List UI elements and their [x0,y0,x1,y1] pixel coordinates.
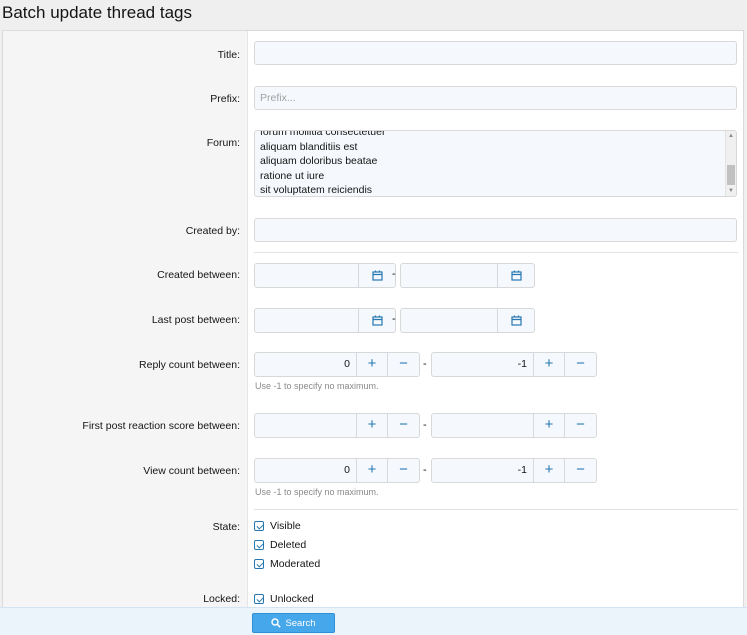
state-moderated-checkbox[interactable]: Moderated [254,558,320,570]
increment-button[interactable]: + [357,414,388,437]
decrement-button[interactable]: − [565,459,596,482]
checkbox-checked-icon[interactable] [254,594,264,604]
view-count-label: View count between: [143,465,240,477]
last-post-end-date[interactable] [400,308,535,333]
search-button[interactable]: Search [252,613,335,633]
checkbox-label: Moderated [270,558,321,570]
view-count-max-input[interactable]: -1 [432,459,534,482]
decrement-button[interactable]: − [565,353,596,376]
divider [254,509,738,510]
reply-count-max[interactable]: -1 + − [431,352,597,377]
decrement-button[interactable]: − [388,353,419,376]
prefix-label: Prefix: [210,93,240,105]
range-dash: - [423,464,427,476]
calendar-icon[interactable] [359,264,395,287]
forum-option[interactable]: forum mollitia consectetuer [260,131,385,140]
decrement-button[interactable]: − [565,414,596,437]
forum-listbox[interactable]: forum mollitia consectetuer aliquam blan… [254,130,737,197]
reply-count-min-input[interactable]: 0 [255,353,357,376]
reply-count-min[interactable]: 0 + − [254,352,420,377]
last-post-between-label: Last post between: [151,314,240,326]
range-dash: - [423,419,427,431]
view-count-max[interactable]: -1 + − [431,458,597,483]
decrement-button[interactable]: − [388,414,419,437]
range-dash: - [392,268,396,280]
forum-option[interactable]: aliquam doloribus beatae [260,154,385,169]
forum-option[interactable]: ratione ut iure [260,169,385,184]
created-end-input[interactable] [401,264,498,287]
prefix-input[interactable]: Prefix... [254,86,737,110]
created-by-input[interactable] [254,218,737,242]
increment-button[interactable]: + [357,459,388,482]
increment-button[interactable]: + [534,414,565,437]
page-title: Batch update thread tags [2,3,192,22]
forum-option[interactable]: aliquam blanditiis est [260,140,385,155]
reaction-score-min[interactable]: + − [254,413,420,438]
checkbox-label: Unlocked [270,593,314,605]
checkbox-checked-icon[interactable] [254,521,264,531]
locked-unlocked-checkbox[interactable]: Unlocked [254,593,314,605]
forum-label: Forum: [206,137,240,149]
created-by-label: Created by: [185,225,240,237]
title-input[interactable] [254,41,737,65]
listbox-scrollbar[interactable]: ▲ ▼ [725,131,736,196]
checkbox-checked-icon[interactable] [254,559,264,569]
reply-count-max-input[interactable]: -1 [432,353,534,376]
reaction-score-max-input[interactable] [432,414,534,437]
search-icon [271,618,282,628]
checkbox-checked-icon[interactable] [254,540,264,550]
increment-button[interactable]: + [534,459,565,482]
checkbox-label: Deleted [270,539,307,551]
search-form: Title: Prefix: Prefix... Forum: forum mo… [2,30,744,635]
last-post-start-input[interactable] [255,309,359,332]
created-start-input[interactable] [255,264,359,287]
calendar-icon[interactable] [359,309,395,332]
forum-option[interactable]: sit voluptatem reiciendis [260,183,385,196]
state-visible-checkbox[interactable]: Visible [254,520,301,532]
calendar-icon[interactable] [498,264,534,287]
created-between-label: Created between: [157,269,240,281]
view-count-min[interactable]: 0 + − [254,458,420,483]
increment-button[interactable]: + [357,353,388,376]
created-start-date[interactable] [254,263,396,288]
view-count-hint: Use -1 to specify no maximum. [255,487,379,497]
divider [254,252,738,253]
view-count-min-input[interactable]: 0 [255,459,357,482]
title-label: Title: [217,49,240,61]
scroll-up-arrow-icon[interactable]: ▲ [726,131,736,141]
reaction-score-min-input[interactable] [255,414,357,437]
first-post-reaction-label: First post reaction score between: [82,420,240,432]
scroll-thumb[interactable] [727,165,735,185]
scroll-down-arrow-icon[interactable]: ▼ [726,186,736,196]
form-submit-bar: Search [0,607,747,635]
checkbox-label: Visible [270,520,301,532]
state-label: State: [212,521,240,533]
calendar-icon[interactable] [498,309,534,332]
last-post-end-input[interactable] [401,309,498,332]
last-post-start-date[interactable] [254,308,396,333]
increment-button[interactable]: + [534,353,565,376]
label-column [3,31,248,635]
decrement-button[interactable]: − [388,459,419,482]
reaction-score-max[interactable]: + − [431,413,597,438]
created-end-date[interactable] [400,263,535,288]
state-deleted-checkbox[interactable]: Deleted [254,539,306,551]
reply-count-hint: Use -1 to specify no maximum. [255,381,379,391]
reply-count-label: Reply count between: [139,359,240,371]
range-dash: - [392,313,396,325]
search-button-label: Search [285,617,316,629]
range-dash: - [423,358,427,370]
locked-label: Locked: [203,593,240,605]
